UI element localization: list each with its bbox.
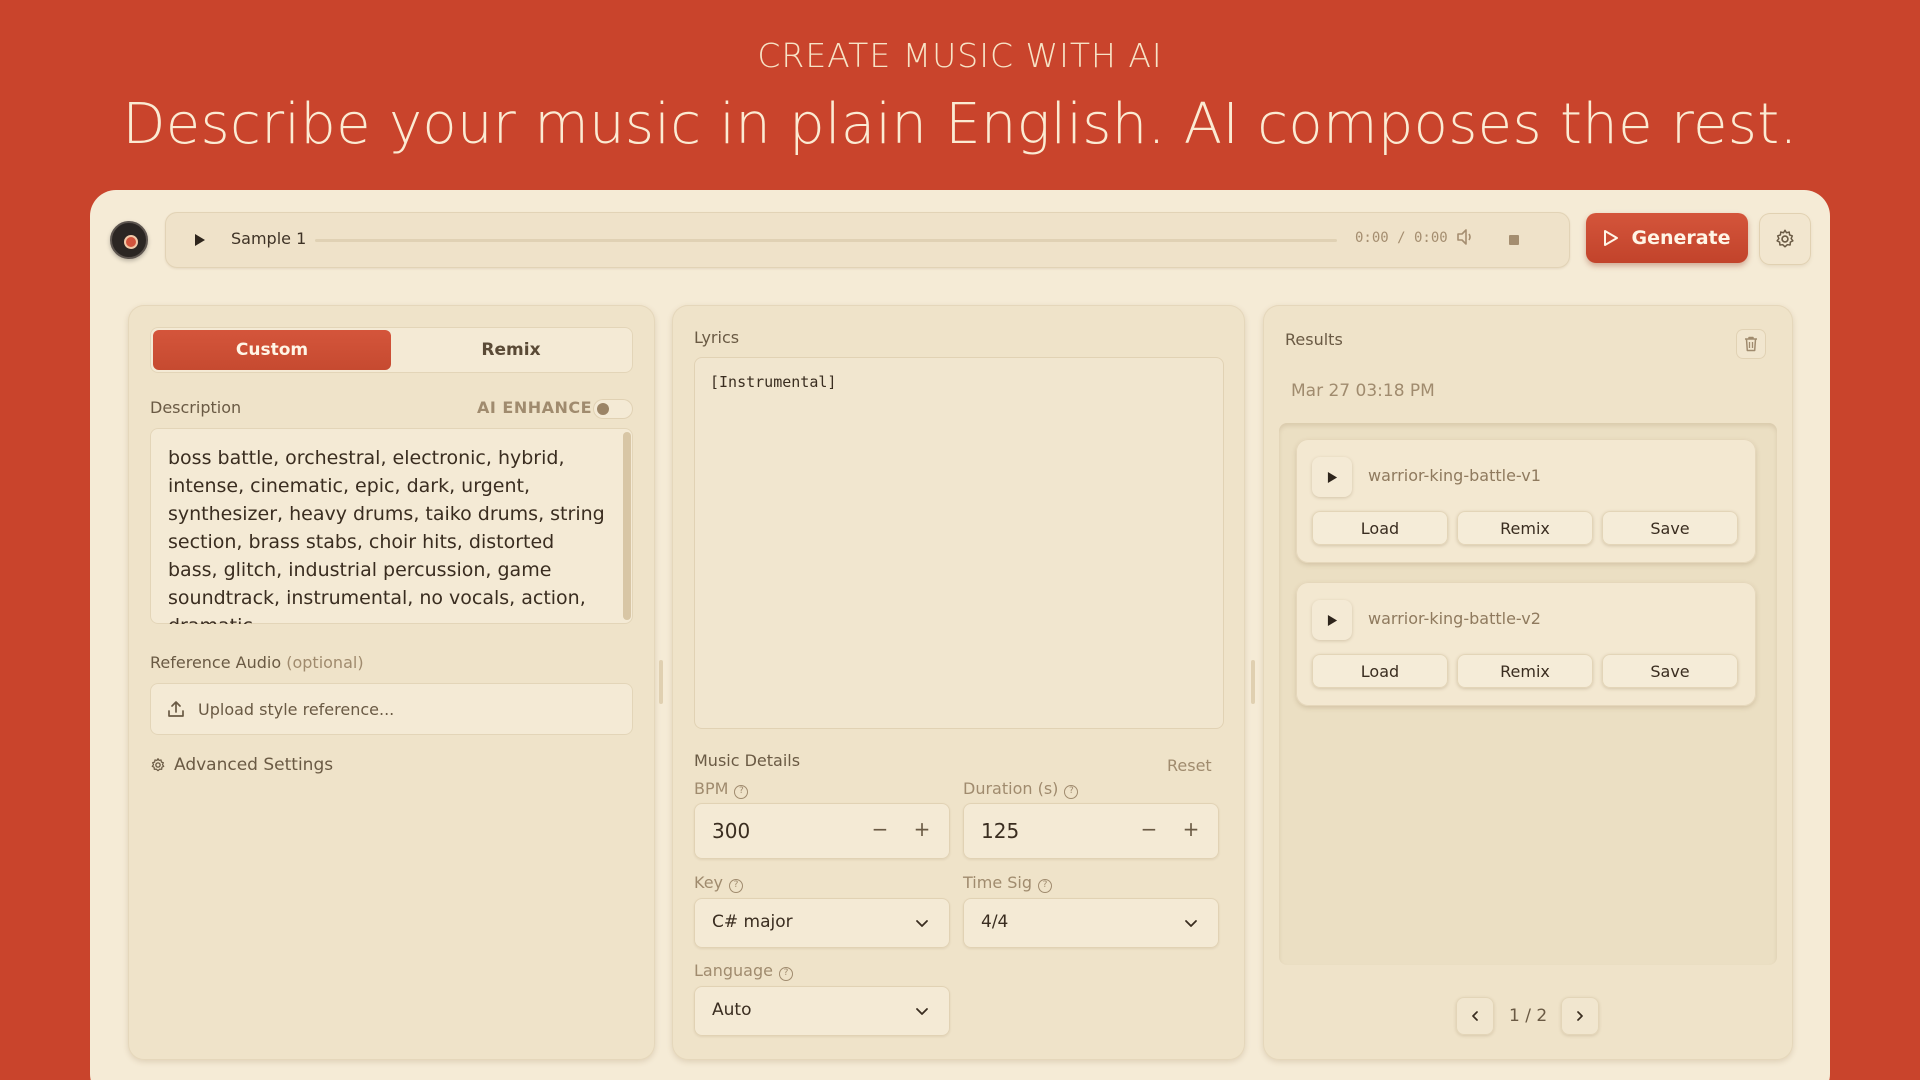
load-button[interactable]: Load <box>1312 511 1448 545</box>
lyrics-input[interactable]: [Instrumental] <box>694 357 1224 729</box>
remix-button[interactable]: Remix <box>1457 654 1593 688</box>
music-details-label: Music Details <box>694 751 801 770</box>
save-button[interactable]: Save <box>1602 654 1738 688</box>
player-play-button[interactable] <box>185 225 215 255</box>
timesig-label: Time Sig? <box>963 873 1052 893</box>
result-play-button[interactable] <box>1312 600 1352 640</box>
custom-panel: Custom Remix Description AI ENHANCE boss… <box>128 305 655 1060</box>
language-select[interactable]: Auto <box>694 986 950 1036</box>
description-label: Description <box>150 398 242 417</box>
audio-player: Sample 1 0:00 / 0:00 <box>165 212 1570 268</box>
advanced-settings-label: Advanced Settings <box>174 755 334 775</box>
language-label: Language? <box>694 961 793 981</box>
result-name: warrior-king-battle-v2 <box>1368 609 1541 628</box>
bpm-decrement-button[interactable]: − <box>868 817 892 841</box>
upload-placeholder: Upload style reference... <box>198 699 395 719</box>
help-icon: ? <box>778 967 793 981</box>
player-time: 0:00 / 0:00 <box>1355 230 1448 246</box>
results-list: warrior-king-battle-v1 Load Remix Save w… <box>1279 423 1777 965</box>
chevron-down-icon <box>916 920 928 927</box>
player-track-title: Sample 1 <box>231 229 307 248</box>
reset-button[interactable]: Reset <box>1167 756 1212 775</box>
help-icon: ? <box>1064 785 1079 799</box>
prev-page-button[interactable] <box>1456 997 1494 1035</box>
hero-title: Describe your music in plain English. AI… <box>122 92 1798 157</box>
result-name: warrior-king-battle-v1 <box>1368 466 1541 485</box>
clear-results-button[interactable] <box>1736 329 1766 359</box>
volume-icon[interactable] <box>1455 227 1475 251</box>
save-button[interactable]: Save <box>1602 511 1738 545</box>
results-panel: Results Mar 27 03:18 PM warrior-king-bat… <box>1263 305 1793 1060</box>
tab-custom[interactable]: Custom <box>153 330 391 370</box>
chevron-right-icon <box>1577 1011 1583 1021</box>
bpm-stepper[interactable]: 300 − + <box>694 803 950 859</box>
gear-icon <box>1776 229 1794 248</box>
advanced-settings-toggle[interactable]: Advanced Settings <box>150 755 333 775</box>
key-value: C# major <box>712 912 793 932</box>
description-scrollbar[interactable] <box>623 432 631 620</box>
help-icon: ? <box>729 879 744 893</box>
app-card: Sample 1 0:00 / 0:00 Generate Custom Rem… <box>90 190 1830 1080</box>
chevron-down-icon <box>916 1008 928 1015</box>
chevron-left-icon <box>1472 1011 1478 1021</box>
description-text: boss battle, orchestral, electronic, hyb… <box>168 447 605 624</box>
result-item: warrior-king-battle-v1 Load Remix Save <box>1296 439 1756 563</box>
play-outline-icon <box>1604 230 1619 246</box>
upload-icon <box>168 701 184 717</box>
result-play-button[interactable] <box>1312 457 1352 497</box>
description-input[interactable]: boss battle, orchestral, electronic, hyb… <box>150 428 633 624</box>
timesig-select[interactable]: 4/4 <box>963 898 1219 948</box>
reference-audio-label: Reference Audio (optional) <box>150 653 364 672</box>
vinyl-disc-icon <box>110 221 148 259</box>
tab-remix[interactable]: Remix <box>392 330 630 370</box>
duration-increment-button[interactable]: + <box>1179 817 1203 841</box>
page-indicator: 1 / 2 <box>1509 1006 1548 1026</box>
timesig-value: 4/4 <box>981 912 1009 932</box>
lyrics-label: Lyrics <box>694 328 740 347</box>
key-select[interactable]: C# major <box>694 898 950 948</box>
gear-small-icon <box>151 758 165 772</box>
duration-value: 125 <box>981 819 1020 843</box>
play-icon <box>1327 471 1337 483</box>
generate-label: Generate <box>1631 227 1731 249</box>
chevron-down-icon <box>1185 920 1197 927</box>
play-icon <box>1327 614 1337 626</box>
ai-enhance-toggle[interactable] <box>593 399 633 419</box>
load-button[interactable]: Load <box>1312 654 1448 688</box>
settings-button[interactable] <box>1760 214 1810 264</box>
player-progress-bar[interactable] <box>315 239 1337 242</box>
generate-button[interactable]: Generate <box>1586 213 1748 263</box>
help-icon: ? <box>734 785 749 799</box>
trash-icon <box>1745 336 1757 352</box>
language-value: Auto <box>712 1000 752 1020</box>
upload-reference-button[interactable]: Upload style reference... <box>150 683 633 735</box>
next-page-button[interactable] <box>1561 997 1599 1035</box>
remix-button[interactable]: Remix <box>1457 511 1593 545</box>
bpm-increment-button[interactable]: + <box>910 817 934 841</box>
key-label: Key? <box>694 873 744 893</box>
play-icon <box>195 234 205 246</box>
result-item: warrior-king-battle-v2 Load Remix Save <box>1296 582 1756 706</box>
bpm-label: BPM? <box>694 779 749 799</box>
panel-resize-handle[interactable] <box>1251 660 1255 704</box>
ai-enhance-label: AI ENHANCE <box>477 398 593 417</box>
bpm-value: 300 <box>712 819 751 843</box>
help-icon: ? <box>1038 879 1052 893</box>
lyrics-text: [Instrumental] <box>710 373 837 391</box>
hero-eyebrow: CREATE MUSIC WITH AI <box>757 36 1163 75</box>
stop-icon[interactable] <box>1509 235 1519 245</box>
duration-label: Duration (s)? <box>963 779 1079 799</box>
results-label: Results <box>1285 330 1343 349</box>
panel-resize-handle[interactable] <box>659 660 663 704</box>
duration-stepper[interactable]: 125 − + <box>963 803 1219 859</box>
lyrics-panel: Lyrics [Instrumental] Music Details Rese… <box>672 305 1245 1060</box>
duration-decrement-button[interactable]: − <box>1137 817 1161 841</box>
results-timestamp: Mar 27 03:18 PM <box>1291 381 1435 401</box>
mode-tabs: Custom Remix <box>150 327 633 373</box>
